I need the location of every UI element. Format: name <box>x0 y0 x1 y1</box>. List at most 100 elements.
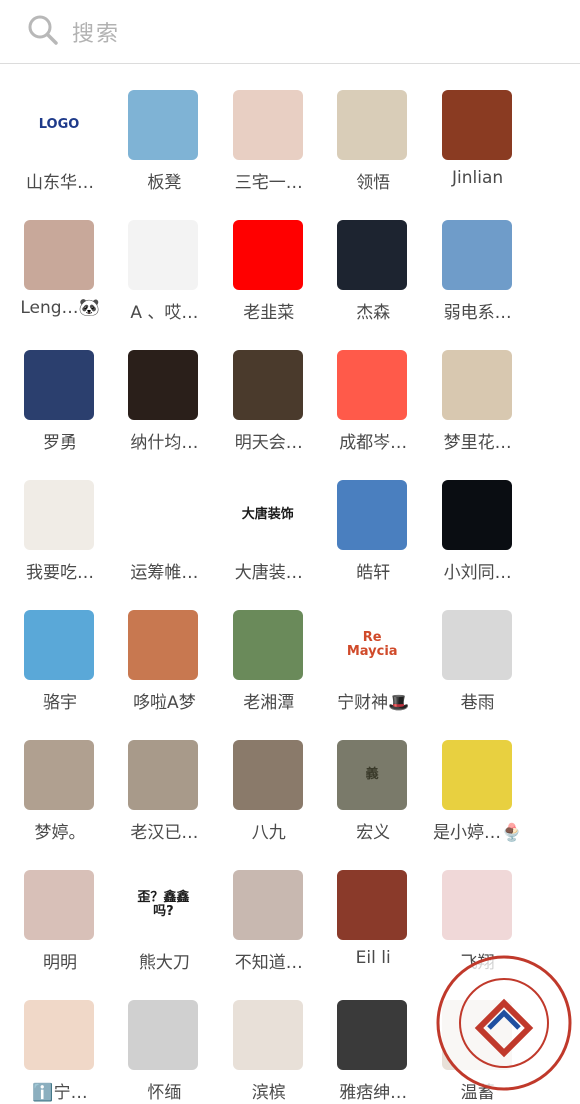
contact-item[interactable]: 小刘同… <box>420 454 536 584</box>
contact-avatar[interactable]: 歪？鑫鑫吗? <box>128 870 199 940</box>
contact-item[interactable]: 老汉已… <box>106 714 222 844</box>
avatar-image <box>233 610 303 680</box>
avatar-image <box>442 480 512 550</box>
contact-item[interactable]: A 、哎… <box>106 194 222 324</box>
contact-item[interactable]: 是小婷…🍨 <box>420 714 536 844</box>
contact-item[interactable]: 梦里花… <box>420 324 536 454</box>
contact-item[interactable]: Re Maycia 宁财神🎩 <box>315 584 431 714</box>
contact-avatar[interactable] <box>24 220 94 290</box>
contact-avatar[interactable]: LOGO <box>24 90 94 160</box>
contact-item[interactable]: Leng…🐼 <box>2 194 118 324</box>
contact-item[interactable]: Jinlian <box>420 64 536 194</box>
avatar-image <box>24 870 94 940</box>
contact-item[interactable]: 老韭菜 <box>211 194 327 324</box>
contact-item[interactable]: 成都岑… <box>315 324 431 454</box>
contact-name: 飞翔 <box>460 953 495 973</box>
contact-avatar[interactable] <box>24 740 94 810</box>
contact-item[interactable]: 杰森 <box>315 194 431 324</box>
contact-avatar[interactable] <box>441 350 512 420</box>
contact-name: 梦里花… <box>443 433 512 453</box>
contact-item[interactable]: 运筹帷… <box>106 454 222 584</box>
contact-avatar[interactable]: 義 <box>337 740 408 810</box>
contact-item[interactable]: 滨槟 <box>211 974 327 1104</box>
contact-item[interactable]: LOGO 山东华… <box>2 64 118 194</box>
contact-item[interactable]: 巷雨 <box>420 584 536 714</box>
contact-avatar[interactable] <box>232 870 303 940</box>
contact-avatar[interactable] <box>24 610 94 680</box>
contact-item[interactable]: 怀缅 <box>106 974 222 1104</box>
contact-avatar[interactable] <box>24 870 94 940</box>
contact-item[interactable]: 领悟 <box>315 64 431 194</box>
contact-avatar[interactable] <box>128 90 199 160</box>
contact-avatar[interactable] <box>337 350 408 420</box>
contact-avatar[interactable] <box>441 610 512 680</box>
avatar-image <box>337 350 407 420</box>
contact-avatar[interactable] <box>128 220 199 290</box>
contact-item[interactable]: 八九 <box>211 714 327 844</box>
avatar-image <box>337 220 407 290</box>
contact-item[interactable]: 哆啦A梦 <box>106 584 222 714</box>
contact-avatar[interactable] <box>441 1000 512 1070</box>
contact-item[interactable]: 大唐装饰 大唐装… <box>211 454 327 584</box>
contact-avatar[interactable] <box>441 90 512 160</box>
contact-avatar[interactable] <box>441 740 512 810</box>
contact-name: 骆宇 <box>43 693 77 713</box>
contact-item[interactable]: 義宏义 <box>315 714 431 844</box>
contact-item[interactable]: 板凳 <box>106 64 222 194</box>
contact-avatar[interactable] <box>337 220 408 290</box>
contact-avatar[interactable] <box>337 480 408 550</box>
contact-avatar[interactable] <box>24 350 94 420</box>
contact-item[interactable]: 骆宇 <box>2 584 118 714</box>
avatar-image <box>442 870 512 940</box>
contact-avatar[interactable]: 大唐装饰 <box>232 480 303 550</box>
contact-avatar[interactable] <box>441 220 512 290</box>
contact-item[interactable]: 我要吃… <box>2 454 118 584</box>
contact-avatar[interactable] <box>128 610 199 680</box>
contact-avatar[interactable] <box>24 480 94 550</box>
contact-avatar[interactable] <box>128 350 199 420</box>
contact-item[interactable]: 皓轩 <box>315 454 431 584</box>
contact-name: 怀缅 <box>147 1083 182 1103</box>
contact-item[interactable]: 温蓄 <box>420 974 536 1104</box>
contact-item[interactable]: 三宅一… <box>211 64 327 194</box>
contact-avatar[interactable] <box>232 740 303 810</box>
avatar-image <box>337 90 407 160</box>
contact-item[interactable]: 明明 <box>2 844 118 974</box>
contact-name: 杰森 <box>356 303 391 323</box>
contact-avatar[interactable] <box>232 1000 303 1070</box>
avatar-image <box>337 870 407 940</box>
avatar-image: LOGO <box>38 116 80 132</box>
contact-item[interactable]: 雅痞绅… <box>315 974 431 1104</box>
contact-item[interactable]: 飞翔 <box>420 844 536 974</box>
contact-item[interactable]: 不知道… <box>211 844 327 974</box>
contact-avatar[interactable] <box>232 350 303 420</box>
contact-item[interactable]: 梦婷。 <box>2 714 118 844</box>
contact-item[interactable]: 纳什均… <box>106 324 222 454</box>
contact-avatar[interactable] <box>337 870 408 940</box>
contact-avatar[interactable] <box>232 220 303 290</box>
contact-avatar[interactable] <box>441 870 512 940</box>
contact-item[interactable]: 明天会… <box>211 324 327 454</box>
contact-item[interactable]: 弱电系… <box>420 194 536 324</box>
contact-avatar[interactable] <box>441 480 512 550</box>
avatar-image <box>233 90 303 160</box>
contact-avatar[interactable] <box>24 1000 94 1070</box>
contact-item[interactable]: 歪？鑫鑫吗? 熊大刀 <box>106 844 222 974</box>
contact-name: 宏义 <box>356 823 391 843</box>
avatar-image <box>442 350 512 420</box>
contact-item[interactable]: 罗勇 <box>2 324 118 454</box>
contact-item[interactable]: 老湘潭 <box>211 584 327 714</box>
contact-item[interactable]: Eil li <box>315 844 431 974</box>
contact-avatar[interactable] <box>232 610 303 680</box>
contact-avatar[interactable] <box>128 740 199 810</box>
contact-avatar[interactable] <box>128 1000 199 1070</box>
search-bar[interactable]: 搜索 <box>0 0 580 64</box>
contact-avatar[interactable] <box>337 90 408 160</box>
contact-avatar[interactable]: Re Maycia <box>337 610 408 680</box>
contact-name: 板凳 <box>147 173 182 193</box>
contact-name: 领悟 <box>356 173 391 193</box>
contact-avatar[interactable] <box>128 480 199 550</box>
contact-avatar[interactable] <box>232 90 303 160</box>
contact-item[interactable]: ℹ️宁… <box>2 974 118 1104</box>
contact-avatar[interactable] <box>337 1000 408 1070</box>
